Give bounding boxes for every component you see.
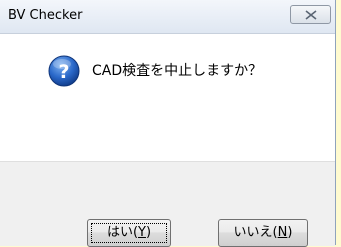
yes-label-suffix: ) [145,225,152,240]
message-dialog: BV Checker ? CAD検査を中止しますか？ はい(Y) いいえ(N) [0,0,336,247]
yes-accelerator: Y [138,225,146,240]
no-label-prefix: いいえ( [233,225,278,240]
no-accelerator: N [277,225,288,240]
yes-label-prefix: はい( [106,225,139,240]
close-icon [305,10,317,20]
dialog-content [0,34,335,161]
window-title: BV Checker [8,8,83,23]
dialog-message: CAD検査を中止しますか？ [92,63,263,79]
no-label-suffix: ) [287,225,293,240]
no-button[interactable]: いいえ(N) [218,219,308,247]
title-bar[interactable]: BV Checker [0,0,335,34]
question-icon: ? [48,55,80,87]
close-button[interactable] [290,5,331,24]
yes-button[interactable]: はい(Y) [87,219,171,247]
svg-text:?: ? [58,61,69,83]
